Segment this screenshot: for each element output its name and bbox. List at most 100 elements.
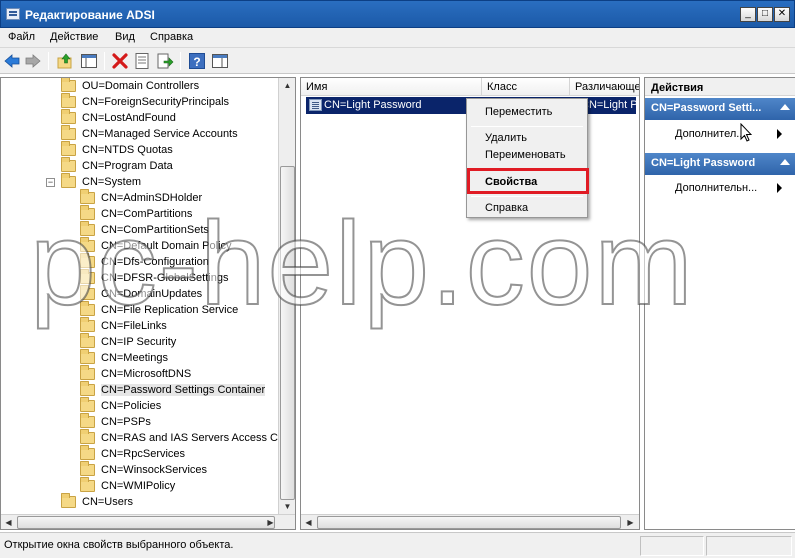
- scroll-down-arrow[interactable]: ▼: [280, 499, 295, 514]
- folder-icon: [80, 221, 95, 236]
- tree-item-label: CN=FileLinks: [101, 320, 167, 332]
- tree-item[interactable]: CN=WMIPolicy: [1, 477, 278, 495]
- column-header-name[interactable]: Имя: [301, 78, 482, 96]
- folder-icon: [80, 333, 95, 348]
- tree-item-label: CN=Password Settings Container: [101, 384, 266, 396]
- context-menu-delete[interactable]: Удалить: [485, 132, 527, 144]
- tree-item[interactable]: − CN=System: [1, 173, 278, 191]
- folder-icon: [80, 413, 95, 428]
- tree-item-label: CN=Managed Service Accounts: [82, 128, 238, 140]
- toolbar-separator: [180, 52, 181, 70]
- action-group-password-settings[interactable]: CN=Password Setti...: [645, 98, 795, 120]
- tree-item-label: CN=AdminSDHolder: [101, 192, 203, 204]
- tree-item[interactable]: CN=ForeignSecurityPrincipals: [1, 93, 278, 111]
- scroll-left-arrow[interactable]: ◀: [301, 515, 316, 529]
- tree-item[interactable]: CN=WinsockServices: [1, 461, 278, 479]
- tree-item[interactable]: CN=Dfs-Configuration: [1, 253, 278, 271]
- up-icon[interactable]: [56, 52, 74, 70]
- tree-item[interactable]: CN=NTDS Quotas: [1, 141, 278, 159]
- tree-item[interactable]: CN=Password Settings Container: [1, 381, 278, 399]
- show-hide-action-pane-icon[interactable]: [211, 52, 229, 70]
- context-menu-move[interactable]: Переместить: [485, 106, 552, 118]
- list-horizontal-scrollbar[interactable]: ◀ ▶: [301, 514, 639, 529]
- list-cell-name: CN=Light Password: [324, 99, 422, 111]
- folder-icon: [80, 381, 95, 396]
- tree-item[interactable]: OU=Domain Controllers: [1, 78, 278, 95]
- tree-item[interactable]: CN=Policies: [1, 397, 278, 415]
- column-header-distinguished-name[interactable]: Различающе: [570, 78, 639, 96]
- tree-item-label: CN=MicrosoftDNS: [101, 368, 192, 380]
- folder-icon: [80, 237, 95, 252]
- action-more-actions[interactable]: Дополнител...: [675, 128, 745, 140]
- tree-item[interactable]: CN=Managed Service Accounts: [1, 125, 278, 143]
- tree-item-label: CN=ComPartitions: [101, 208, 193, 220]
- tree-item[interactable]: CN=Users: [1, 493, 278, 511]
- action-group-title: CN=Light Password: [651, 157, 756, 169]
- tree-item-label: CN=NTDS Quotas: [82, 144, 173, 156]
- scroll-thumb[interactable]: [17, 516, 275, 529]
- folder-icon: [61, 125, 76, 140]
- tree-item[interactable]: CN=FileLinks: [1, 317, 278, 335]
- tree-item[interactable]: CN=IP Security: [1, 333, 278, 351]
- tree-horizontal-scrollbar[interactable]: ◀ ▶: [1, 514, 295, 529]
- menu-view[interactable]: Вид: [115, 31, 135, 43]
- tree-item[interactable]: CN=LostAndFound: [1, 109, 278, 127]
- tree-item[interactable]: CN=Meetings: [1, 349, 278, 367]
- tree-item[interactable]: CN=MicrosoftDNS: [1, 365, 278, 383]
- folder-icon: [80, 317, 95, 332]
- tree-item-label: CN=ComPartitionSets: [101, 224, 209, 236]
- tree-item-label: CN=IP Security: [101, 336, 177, 348]
- show-hide-console-tree-icon[interactable]: [80, 52, 98, 70]
- tree-item[interactable]: CN=Program Data: [1, 157, 278, 175]
- scroll-right-arrow[interactable]: ▶: [263, 515, 278, 529]
- forward-icon[interactable]: [24, 52, 42, 70]
- tree-item[interactable]: CN=DomainUpdates: [1, 285, 278, 303]
- scroll-left-arrow[interactable]: ◀: [1, 515, 16, 529]
- export-list-icon[interactable]: [156, 52, 174, 70]
- collapse-icon[interactable]: [780, 159, 790, 165]
- menu-help[interactable]: Справка: [150, 31, 193, 43]
- minimize-button[interactable]: _: [740, 7, 756, 22]
- tree-item-label: CN=WMIPolicy: [101, 480, 176, 492]
- collapse-icon[interactable]: [780, 104, 790, 110]
- help-icon[interactable]: ?: [188, 52, 206, 70]
- maximize-button[interactable]: □: [757, 7, 773, 22]
- folder-icon: [80, 397, 95, 412]
- delete-icon[interactable]: [111, 52, 129, 70]
- status-text: Открытие окна свойств выбранного объекта…: [4, 539, 234, 551]
- context-menu-help[interactable]: Справка: [485, 202, 528, 214]
- action-more-actions[interactable]: Дополнительн...: [675, 182, 757, 194]
- tree-item[interactable]: CN=File Replication Service: [1, 301, 278, 319]
- context-menu-rename[interactable]: Переименовать: [485, 149, 566, 161]
- tree-item[interactable]: CN=RpcServices: [1, 445, 278, 463]
- tree-item[interactable]: CN=ComPartitions: [1, 205, 278, 223]
- tree-item-label: CN=ForeignSecurityPrincipals: [82, 96, 230, 108]
- close-button[interactable]: ✕: [774, 7, 790, 22]
- tree-item[interactable]: CN=ComPartitionSets: [1, 221, 278, 239]
- console-tree[interactable]: OU=Domain Controllers CN=ForeignSecurityP…: [0, 77, 296, 530]
- tree-item-label: CN=System: [82, 176, 141, 188]
- scroll-right-arrow[interactable]: ▶: [623, 515, 638, 529]
- scroll-up-arrow[interactable]: ▲: [280, 78, 295, 93]
- tree-item[interactable]: CN=AdminSDHolder: [1, 189, 278, 207]
- tree-item-label: CN=Program Data: [82, 160, 173, 172]
- toolbar-separator: [48, 52, 49, 70]
- tree-item[interactable]: CN=PSPs: [1, 413, 278, 431]
- action-group-light-password[interactable]: CN=Light Password: [645, 153, 795, 175]
- svg-text:?: ?: [193, 55, 200, 69]
- back-icon[interactable]: [3, 52, 21, 70]
- tree-item[interactable]: CN=RAS and IAS Servers Access Che: [1, 429, 290, 447]
- folder-icon: [80, 477, 95, 492]
- tree-item[interactable]: CN=Default Domain Policy: [1, 237, 278, 255]
- properties-icon[interactable]: [133, 52, 151, 70]
- tree-item-label: CN=DomainUpdates: [101, 288, 203, 300]
- scroll-thumb[interactable]: [280, 166, 295, 500]
- menu-file[interactable]: Файл: [8, 31, 35, 43]
- column-header-class[interactable]: Класс: [482, 78, 570, 96]
- scroll-thumb[interactable]: [317, 516, 621, 529]
- collapse-toggle-icon[interactable]: −: [46, 178, 55, 187]
- tree-item[interactable]: CN=DFSR-GlobalSettings: [1, 269, 278, 287]
- folder-icon: [61, 141, 76, 156]
- menu-action[interactable]: Действие: [50, 31, 98, 43]
- tree-vertical-scrollbar[interactable]: ▲ ▼: [278, 78, 295, 515]
